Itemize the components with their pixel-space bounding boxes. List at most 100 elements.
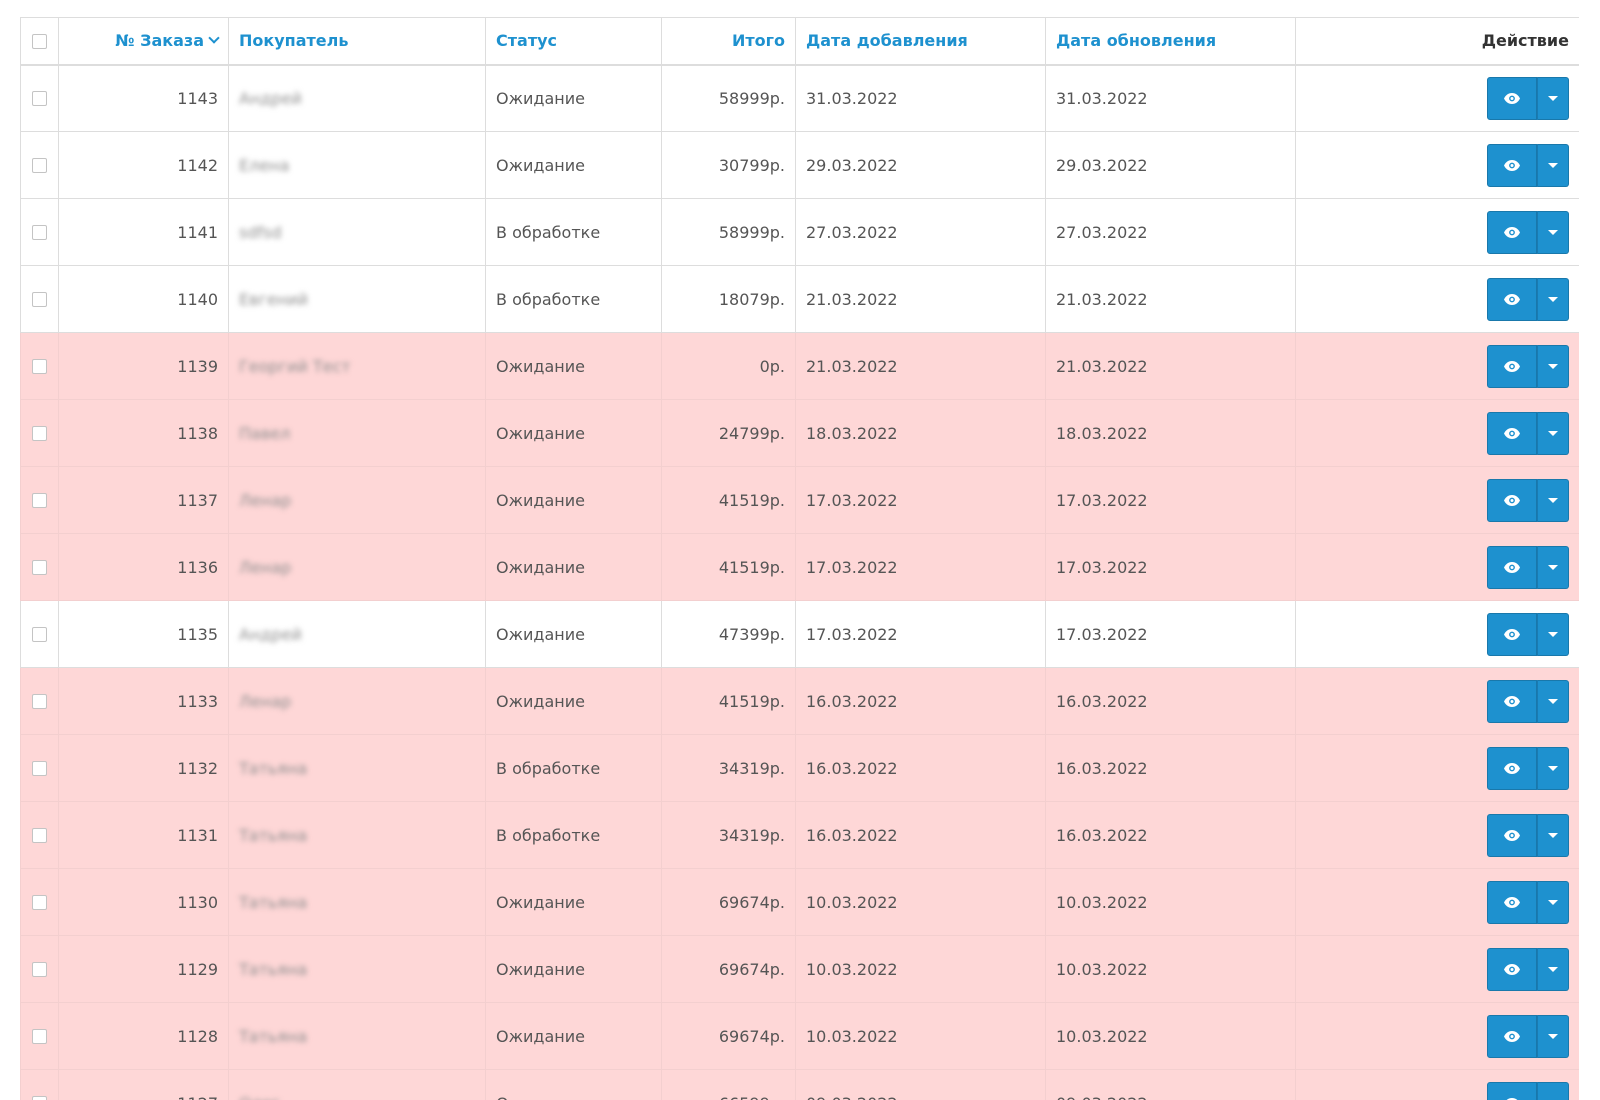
table-row: 1132 Татьяна В обработке 34319р. 16.03.2… — [20, 734, 1579, 802]
view-order-button[interactable] — [1487, 76, 1537, 120]
select-all-checkbox[interactable] — [32, 34, 47, 50]
row-select-checkbox[interactable] — [32, 760, 47, 776]
header-status[interactable]: Статус — [485, 17, 662, 66]
header-date-modified[interactable]: Дата обновления — [1045, 17, 1296, 66]
customer-cell: Татьяна — [228, 734, 486, 802]
row-select-checkbox[interactable] — [32, 358, 47, 374]
row-select-checkbox[interactable] — [32, 224, 47, 240]
action-cell — [1295, 1002, 1579, 1070]
row-action-group — [1487, 947, 1569, 991]
view-order-button[interactable] — [1487, 478, 1537, 522]
row-select-cell — [20, 734, 59, 802]
order-actions-dropdown-button[interactable] — [1537, 947, 1569, 991]
date-added: 27.03.2022 — [806, 222, 898, 242]
total-cell: 58999р. — [661, 198, 796, 266]
row-select-checkbox[interactable] — [32, 827, 47, 843]
action-cell — [1295, 399, 1579, 467]
row-action-group — [1487, 411, 1569, 455]
view-order-button[interactable] — [1487, 679, 1537, 723]
date-added: 18.03.2022 — [806, 423, 898, 443]
view-order-button[interactable] — [1487, 612, 1537, 656]
table-row: 1142 Елена Ожидание 30799р. 29.03.2022 2… — [20, 131, 1579, 199]
order-actions-dropdown-button[interactable] — [1537, 545, 1569, 589]
header-total[interactable]: Итого — [661, 17, 796, 66]
row-select-checkbox[interactable] — [32, 291, 47, 307]
order-status: Ожидание — [496, 490, 585, 510]
order-actions-dropdown-button[interactable] — [1537, 746, 1569, 790]
header-order-id-label: № Заказа — [115, 31, 204, 51]
view-order-button[interactable] — [1487, 1014, 1537, 1058]
order-actions-dropdown-button[interactable] — [1537, 679, 1569, 723]
date-added: 10.03.2022 — [806, 1026, 898, 1046]
order-actions-dropdown-button[interactable] — [1537, 411, 1569, 455]
view-order-button[interactable] — [1487, 947, 1537, 991]
total-cell: 41519р. — [661, 667, 796, 735]
row-select-checkbox[interactable] — [32, 492, 47, 508]
action-cell — [1295, 466, 1579, 534]
header-customer[interactable]: Покупатель — [228, 17, 486, 66]
order-actions-dropdown-button[interactable] — [1537, 210, 1569, 254]
order-id-cell: 1127 — [58, 1069, 229, 1100]
caret-down-icon — [1548, 832, 1558, 838]
caret-down-icon — [1548, 95, 1558, 101]
date-added-cell: 10.03.2022 — [795, 1002, 1046, 1070]
row-select-cell — [20, 332, 59, 400]
order-actions-dropdown-button[interactable] — [1537, 478, 1569, 522]
order-total: 30799р. — [718, 155, 785, 175]
order-id: 1131 — [177, 825, 218, 845]
order-status: Ожидание — [496, 1026, 585, 1046]
view-order-button[interactable] — [1487, 746, 1537, 790]
status-cell: Ожидание — [485, 1002, 662, 1070]
order-actions-dropdown-button[interactable] — [1537, 344, 1569, 388]
order-actions-dropdown-button[interactable] — [1537, 612, 1569, 656]
order-actions-dropdown-button[interactable] — [1537, 1081, 1569, 1100]
order-total: 41519р. — [718, 691, 785, 711]
header-date-added[interactable]: Дата добавления — [795, 17, 1046, 66]
caret-down-icon — [1548, 497, 1558, 503]
row-select-checkbox[interactable] — [32, 626, 47, 642]
customer-name: Ленар — [239, 557, 292, 577]
row-select-checkbox[interactable] — [32, 961, 47, 977]
row-select-checkbox[interactable] — [32, 157, 47, 173]
row-select-checkbox[interactable] — [32, 894, 47, 910]
eye-icon — [1504, 159, 1520, 171]
view-order-button[interactable] — [1487, 880, 1537, 924]
order-id: 1139 — [177, 356, 218, 376]
order-id: 1143 — [177, 88, 218, 108]
customer-cell: Георгий Тест — [228, 332, 486, 400]
row-select-checkbox[interactable] — [32, 1095, 47, 1100]
date-modified: 31.03.2022 — [1056, 88, 1148, 108]
row-select-checkbox[interactable] — [32, 90, 47, 106]
header-order-id[interactable]: № Заказа — [58, 17, 229, 66]
view-order-button[interactable] — [1487, 1081, 1537, 1100]
view-order-button[interactable] — [1487, 344, 1537, 388]
row-select-checkbox[interactable] — [32, 693, 47, 709]
order-actions-dropdown-button[interactable] — [1537, 1014, 1569, 1058]
date-added: 09.03.2022 — [806, 1094, 898, 1100]
row-select-cell — [20, 64, 59, 132]
order-actions-dropdown-button[interactable] — [1537, 880, 1569, 924]
order-status: В обработке — [496, 825, 601, 845]
row-select-checkbox[interactable] — [32, 425, 47, 441]
view-order-button[interactable] — [1487, 143, 1537, 187]
header-total-label: Итого — [731, 31, 785, 51]
order-total: 66599р. — [719, 1094, 785, 1100]
customer-name: Олег — [239, 1094, 280, 1100]
date-added-cell: 21.03.2022 — [795, 332, 1046, 400]
view-order-button[interactable] — [1487, 411, 1537, 455]
row-select-checkbox[interactable] — [32, 1028, 47, 1044]
eye-icon — [1504, 762, 1520, 774]
view-order-button[interactable] — [1487, 210, 1537, 254]
customer-cell: Андрей — [228, 600, 486, 668]
order-actions-dropdown-button[interactable] — [1537, 143, 1569, 187]
order-actions-dropdown-button[interactable] — [1537, 76, 1569, 120]
row-select-checkbox[interactable] — [32, 559, 47, 575]
row-select-cell — [20, 868, 59, 936]
view-order-button[interactable] — [1487, 545, 1537, 589]
order-actions-dropdown-button[interactable] — [1537, 277, 1569, 321]
order-actions-dropdown-button[interactable] — [1537, 813, 1569, 857]
order-id-cell: 1141 — [58, 198, 229, 266]
view-order-button[interactable] — [1487, 277, 1537, 321]
date-modified: 27.03.2022 — [1056, 222, 1148, 242]
view-order-button[interactable] — [1487, 813, 1537, 857]
